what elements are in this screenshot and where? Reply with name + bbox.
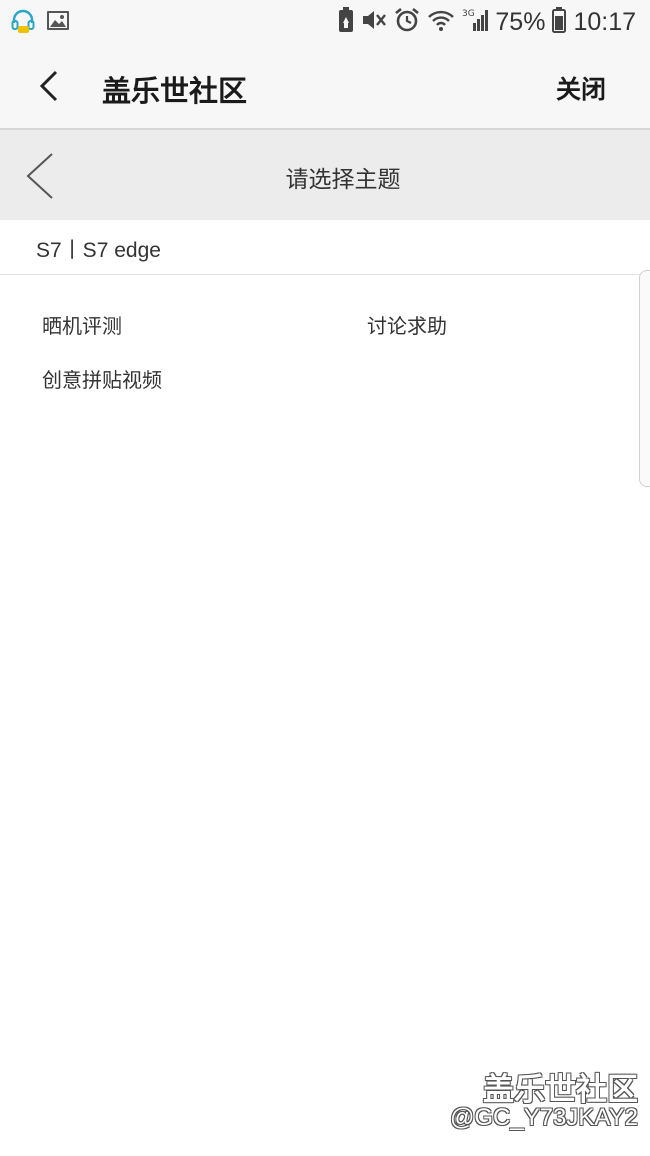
battery-percent: 75% [495, 7, 546, 36]
clock: 10:17 [573, 7, 636, 36]
topic-item[interactable]: 创意拼贴视频 [42, 364, 162, 393]
svg-text:3G: 3G [462, 9, 475, 19]
topic-header: 请选择主题 [0, 130, 650, 220]
headset-notification-icon [10, 8, 36, 38]
watermark-brand: 盖乐世社区 [483, 1072, 638, 1108]
status-system-icons: 3G 75% 10:17 [338, 6, 636, 38]
battery-saver-icon [338, 7, 354, 37]
page-title: 请选择主题 [285, 167, 401, 193]
alarm-icon [394, 7, 420, 37]
watermark-user: @GC_Y73JKAY2 [449, 1104, 638, 1131]
battery-icon [552, 7, 567, 37]
app-title: 盖乐世社区 [102, 74, 248, 108]
wifi-icon [427, 8, 455, 36]
topic-item[interactable]: 讨论求助 [367, 310, 447, 339]
mute-icon [361, 8, 387, 36]
gallery-notification-icon [46, 9, 70, 37]
app-bar: 盖乐世社区 关闭 [0, 44, 650, 130]
status-notification-icons [10, 8, 70, 38]
status-bar: 3G 75% 10:17 [0, 0, 650, 44]
back-button[interactable] [28, 64, 72, 108]
board-row: S7丨S7 edge [0, 220, 650, 275]
edge-panel-handle[interactable] [639, 270, 650, 487]
close-button[interactable]: 关闭 [556, 70, 606, 106]
topic-item[interactable]: 晒机评测 [42, 310, 122, 339]
chevron-left-icon [39, 70, 58, 102]
board-name: S7丨S7 edge [36, 239, 161, 262]
signal-3g-icon: 3G [462, 7, 489, 37]
